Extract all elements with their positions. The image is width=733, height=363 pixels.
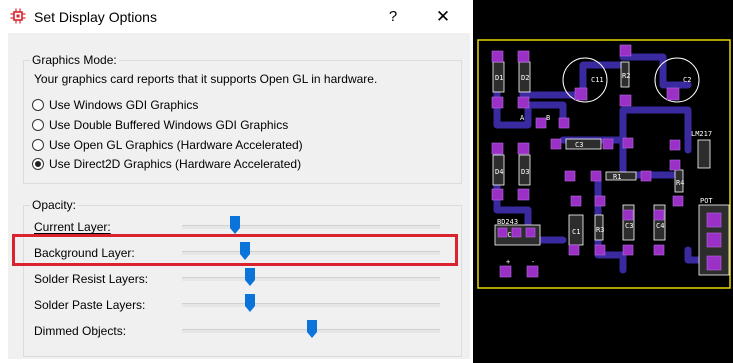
c4-label: C4 xyxy=(656,222,664,230)
close-button[interactable]: ✕ xyxy=(428,5,458,29)
opacity-label: Opacity: xyxy=(30,198,79,212)
solder-paste-layers-label: Solder Paste Layers: xyxy=(34,298,146,312)
radio-button-selected[interactable] xyxy=(32,158,44,170)
plus-label: + xyxy=(506,258,510,266)
current-layer-slider-track[interactable] xyxy=(182,225,440,229)
c1-label: C1 xyxy=(572,228,580,236)
pcb-regulator: LM217 xyxy=(691,130,712,169)
radio-option-opengl[interactable]: Use Open GL Graphics (Hardware Accelerat… xyxy=(32,136,303,154)
radio-option-direct2d[interactable]: Use Direct2D Graphics (Hardware Accelera… xyxy=(32,155,301,173)
solder-resist-layers-label: Solder Resist Layers: xyxy=(34,272,149,286)
c3-label: C3 xyxy=(575,141,583,149)
r4-label: R4 xyxy=(676,179,684,187)
current-layer-slider-thumb[interactable] xyxy=(230,216,240,234)
chip-icon xyxy=(10,8,26,24)
current-layer-label: Current Layer: xyxy=(34,220,111,234)
b-label: B xyxy=(546,114,550,122)
c3b-label: C3 xyxy=(625,222,633,230)
graphics-mode-label: Graphics Mode: xyxy=(30,53,119,67)
radio-label: Use Direct2D Graphics (Hardware Accelera… xyxy=(49,157,302,171)
radio-option-double-buffered-gdi[interactable]: Use Double Buffered Windows GDI Graphics xyxy=(32,116,288,134)
radio-label: Use Windows GDI Graphics xyxy=(49,98,199,112)
radio-label: Use Double Buffered Windows GDI Graphics xyxy=(49,118,289,132)
graphics-info-text: Your graphics card reports that it suppo… xyxy=(34,72,378,86)
solder-resist-slider-track[interactable] xyxy=(182,277,440,281)
r1-label: R1 xyxy=(613,173,621,181)
pcb-canvas: .pad { fill:#9b30c6; stroke:#b56ae0; str… xyxy=(477,39,731,289)
dimmed-objects-slider-thumb[interactable] xyxy=(307,320,317,338)
d4-label: D4 xyxy=(495,168,503,176)
radio-button[interactable] xyxy=(32,99,44,111)
r2-label: R2 xyxy=(622,72,630,80)
pcb-preview: .pad { fill:#9b30c6; stroke:#b56ae0; str… xyxy=(473,0,733,363)
title-bar: Set Display Options ? ✕ xyxy=(0,0,472,33)
d3-label: D3 xyxy=(521,168,529,176)
solder-resist-slider-thumb[interactable] xyxy=(245,268,255,286)
lm217-label: LM217 xyxy=(691,130,712,138)
radio-button[interactable] xyxy=(32,119,44,131)
dimmed-objects-label: Dimmed Objects: xyxy=(34,324,127,338)
radio-option-gdi[interactable]: Use Windows GDI Graphics xyxy=(32,96,198,114)
c2-label: C2 xyxy=(683,76,691,84)
bd243-label: BD243 xyxy=(497,218,518,226)
d1-label: D1 xyxy=(495,74,503,82)
a-label: A xyxy=(520,114,525,122)
set-display-options-dialog: Set Display Options ? ✕ Graphics Mode: Y… xyxy=(0,0,472,363)
r3-label: R3 xyxy=(596,226,604,234)
help-button[interactable]: ? xyxy=(378,5,408,29)
window-title: Set Display Options xyxy=(34,9,157,25)
highlight-box xyxy=(12,234,458,266)
solder-paste-slider-track[interactable] xyxy=(182,303,440,307)
solder-paste-slider-thumb[interactable] xyxy=(245,294,255,312)
radio-label: Use Open GL Graphics (Hardware Accelerat… xyxy=(49,138,303,152)
pot-label: POT xyxy=(700,197,713,205)
d2-label: D2 xyxy=(521,74,529,82)
minus-label: - xyxy=(531,258,535,266)
radio-button[interactable] xyxy=(32,139,44,151)
c11-label: C11 xyxy=(591,76,604,84)
